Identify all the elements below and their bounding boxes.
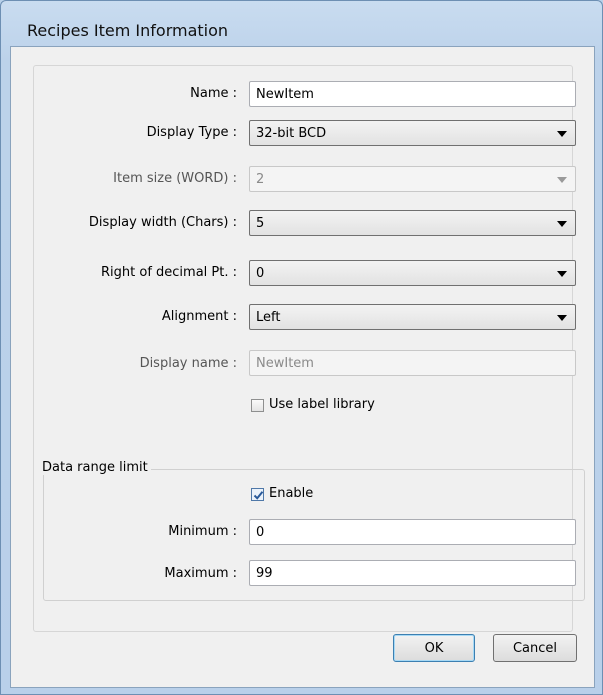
- chevron-down-icon: [557, 177, 567, 183]
- name-label: Name :: [190, 86, 237, 101]
- display-type-value: 32-bit BCD: [256, 126, 327, 141]
- item-size-label: Item size (WORD) :: [113, 171, 237, 186]
- item-size-value: 2: [256, 172, 265, 187]
- dialog-window: Recipes Item Information Name : NewItem …: [0, 0, 603, 695]
- window-title: Recipes Item Information: [27, 21, 229, 40]
- chevron-down-icon: [557, 221, 567, 227]
- decimal-label: Right of decimal Pt. :: [101, 265, 237, 280]
- chevron-down-icon: [557, 315, 567, 321]
- use-label-library-label: Use label library: [269, 397, 375, 412]
- decimal-value: 0: [256, 266, 265, 281]
- data-range-group-title: Data range limit: [39, 460, 151, 475]
- name-input[interactable]: NewItem: [249, 81, 576, 107]
- decimal-select[interactable]: 0: [249, 260, 576, 286]
- alignment-value: Left: [256, 310, 281, 325]
- display-name-input: NewItem: [249, 350, 576, 376]
- display-type-label: Display Type :: [146, 125, 237, 140]
- maximum-input[interactable]: 99: [249, 560, 576, 586]
- minimum-input[interactable]: 0: [249, 519, 576, 545]
- chevron-down-icon: [557, 271, 567, 277]
- display-name-label: Display name :: [139, 356, 237, 371]
- checkmark-icon: [253, 491, 264, 500]
- dialog-client-area: Name : NewItem Display Type : 32-bit BCD…: [10, 46, 595, 688]
- alignment-select[interactable]: Left: [249, 304, 576, 330]
- ok-button[interactable]: OK: [393, 634, 475, 662]
- display-width-value: 5: [256, 216, 265, 231]
- alignment-label: Alignment :: [161, 309, 237, 324]
- display-type-select[interactable]: 32-bit BCD: [249, 120, 576, 146]
- enable-checkbox[interactable]: [251, 488, 264, 501]
- minimum-label: Minimum :: [168, 524, 237, 539]
- display-width-select[interactable]: 5: [249, 210, 576, 236]
- chevron-down-icon: [557, 131, 567, 137]
- item-size-select: 2: [249, 166, 576, 192]
- display-width-label: Display width (Chars) :: [88, 215, 237, 230]
- maximum-label: Maximum :: [164, 566, 237, 581]
- cancel-button[interactable]: Cancel: [493, 634, 577, 662]
- enable-label: Enable: [269, 486, 314, 501]
- use-label-library-checkbox[interactable]: [251, 399, 264, 412]
